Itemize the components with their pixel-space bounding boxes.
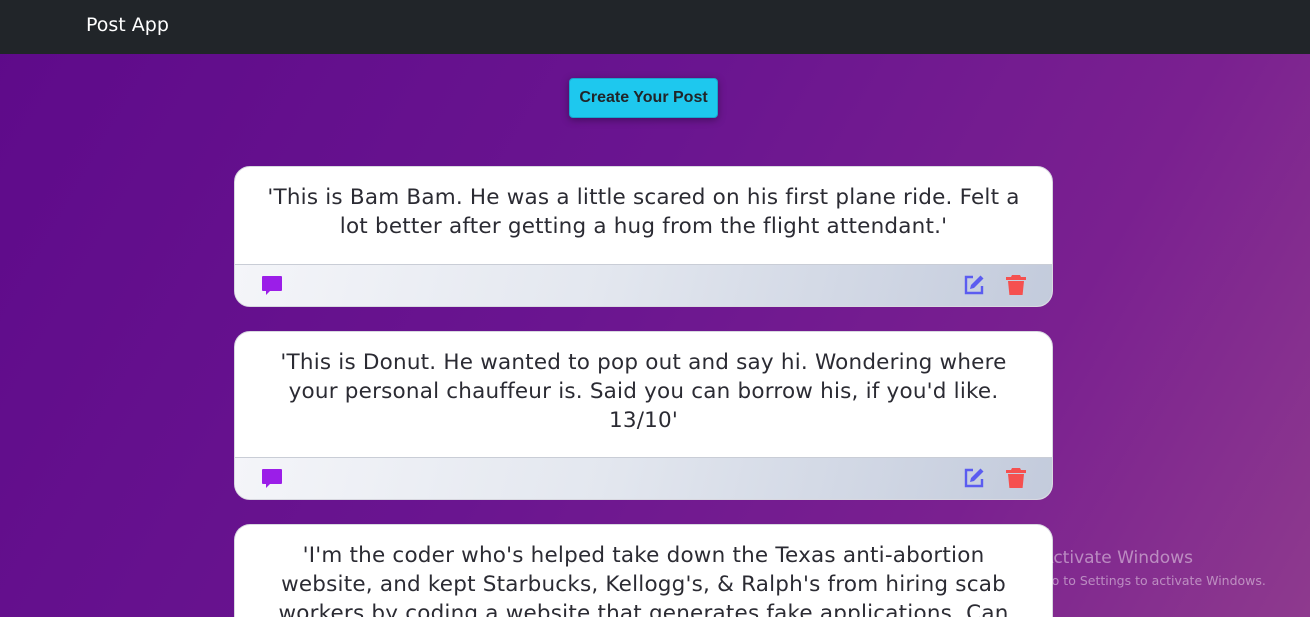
post-text: 'I'm the coder who's helped take down th… bbox=[278, 543, 1009, 617]
post-text: 'This is Donut. He wanted to pop out and… bbox=[280, 350, 1007, 433]
post-text: 'This is Bam Bam. He was a little scared… bbox=[267, 185, 1020, 239]
post-card: 'This is Bam Bam. He was a little scared… bbox=[234, 166, 1053, 307]
post-card: 'I'm the coder who's helped take down th… bbox=[234, 524, 1053, 617]
comment-icon[interactable] bbox=[260, 273, 284, 297]
edit-icon[interactable] bbox=[962, 273, 986, 297]
top-navbar: Post App bbox=[0, 0, 1310, 54]
brand-title[interactable]: Post App bbox=[86, 13, 169, 37]
comment-icon[interactable] bbox=[260, 466, 284, 490]
trash-icon[interactable] bbox=[1004, 273, 1028, 297]
trash-icon[interactable] bbox=[1004, 466, 1028, 490]
activate-windows-subtitle: Go to Settings to activate Windows. bbox=[1042, 573, 1266, 588]
edit-icon[interactable] bbox=[962, 466, 986, 490]
activate-windows-title: Activate Windows bbox=[1042, 548, 1193, 568]
create-post-button[interactable]: Create Your Post bbox=[569, 78, 718, 118]
post-card-footer bbox=[235, 457, 1052, 499]
post-card: 'This is Donut. He wanted to pop out and… bbox=[234, 331, 1053, 500]
post-card-footer bbox=[235, 264, 1052, 306]
